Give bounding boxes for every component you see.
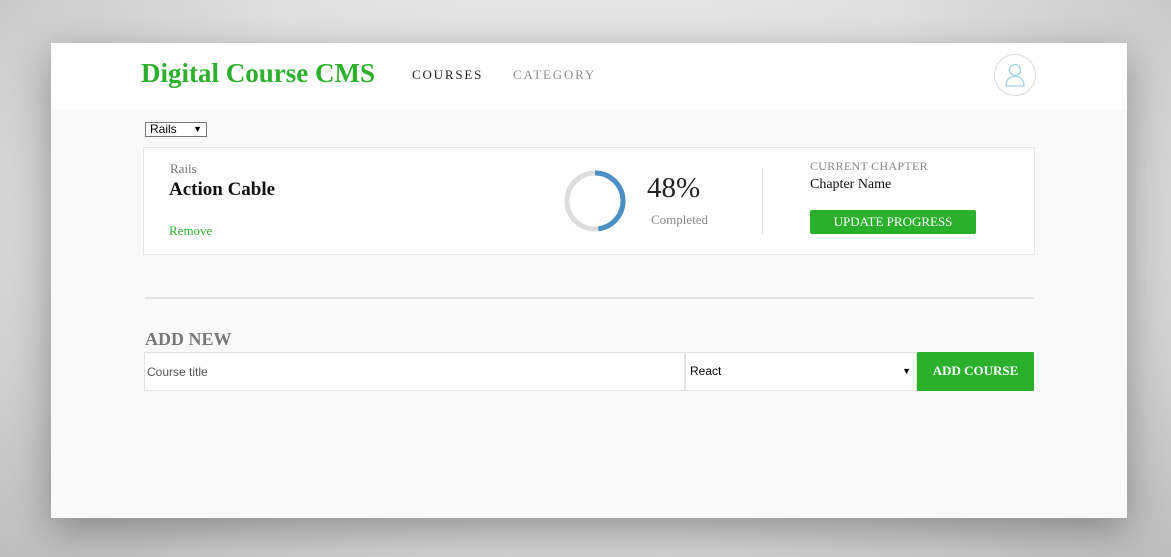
- chevron-down-icon: ▼: [193, 124, 202, 134]
- new-course-category-select[interactable]: React ▼: [685, 352, 917, 391]
- chevron-down-icon: ▼: [902, 366, 911, 376]
- progress-label: Completed: [651, 212, 709, 227]
- nav-courses[interactable]: COURSES: [412, 67, 483, 83]
- brand-title[interactable]: Digital Course CMS: [141, 58, 375, 89]
- add-new-heading: ADD NEW: [145, 329, 232, 349]
- app-window: Digital Course CMS COURSES CATEGORY Rail…: [51, 43, 1127, 518]
- category-filter-select[interactable]: Rails ▼: [145, 122, 207, 137]
- course-title: Action Cable: [169, 179, 276, 200]
- card-divider: [762, 168, 763, 234]
- update-progress-button[interactable]: UPDATE PROGRESS: [810, 210, 976, 234]
- top-navbar: Digital Course CMS COURSES CATEGORY: [51, 43, 1127, 109]
- course-category-label: Rails: [170, 161, 197, 176]
- category-filter-value: Rails: [150, 122, 177, 136]
- nav-category[interactable]: CATEGORY: [513, 67, 596, 83]
- progress-percent: 48%: [647, 172, 701, 204]
- course-card: Rails Action Cable Remove 48% Completed …: [143, 147, 1035, 255]
- user-icon: [1005, 63, 1025, 87]
- remove-course-link[interactable]: Remove: [169, 223, 212, 239]
- course-title-input[interactable]: [144, 352, 685, 391]
- current-chapter-heading: CURRENT CHAPTER: [810, 159, 928, 173]
- user-avatar-button[interactable]: [994, 54, 1036, 96]
- current-chapter-name: Chapter Name: [810, 177, 892, 192]
- progress-ring: [564, 170, 626, 232]
- new-course-category-value: React: [690, 364, 722, 378]
- add-course-button[interactable]: ADD COURSE: [917, 352, 1034, 391]
- section-divider: [145, 297, 1034, 299]
